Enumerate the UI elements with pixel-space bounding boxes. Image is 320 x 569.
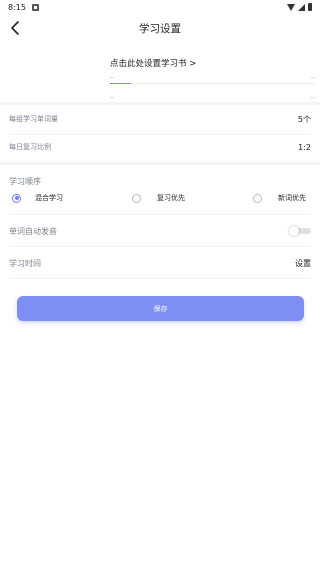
back-arrow-icon[interactable] [8,20,24,36]
radio-button-icon[interactable] [253,193,262,203]
battery-icon [308,3,312,11]
notification-icon [31,3,39,11]
status-time: 8:15 [8,2,26,12]
radio-new-first[interactable]: 新词优先 [253,193,306,203]
progress-right-text: -- [310,74,315,81]
radio-mixed[interactable]: 混合学习 [12,193,63,203]
review-ratio-value: 1:2 [298,142,311,152]
signal-icon [298,3,305,11]
header: 学习设置 [0,14,320,42]
radio-button-icon[interactable] [12,193,21,203]
group-words-value: 5个 [297,114,311,124]
set-book-link[interactable]: 点击此处设置学习书 > [110,57,196,69]
row-divider [9,246,311,247]
study-time-value[interactable]: 设置 [295,258,311,269]
study-order-options: 混合学习 复习优先 新词优先 [0,193,320,207]
status-bar: 8:15 [0,0,320,14]
auto-pronounce-toggle[interactable] [289,226,311,236]
study-time-row[interactable]: 学习时间 设置 [0,248,320,278]
study-order-title: 学习顺序 [9,177,41,186]
book-progress: -- -- -- -- [110,74,315,102]
page-title: 学习设置 [139,22,181,35]
radio-new-first-label: 新词优先 [278,194,306,202]
radio-review-first[interactable]: 复习优先 [132,193,185,203]
group-words-row[interactable]: 每组学习单词量 5个 [0,104,320,134]
group-words-label: 每组学习单词量 [9,115,58,123]
progress-bottom-left-text: -- [110,94,115,101]
radio-mixed-label: 混合学习 [35,194,63,202]
save-button[interactable]: 保存 [17,296,304,321]
radio-review-first-label: 复习优先 [157,194,185,202]
row-divider [9,278,311,279]
radio-button-icon[interactable] [132,193,141,203]
toggle-knob [289,226,299,236]
progress-left-text: -- [110,74,115,81]
study-time-label: 学习时间 [9,258,41,268]
review-ratio-label: 每日复习比例 [9,143,51,151]
progress-bar [110,83,315,84]
section-divider [0,162,320,165]
auto-pronounce-label: 单词自动发音 [9,226,57,236]
wifi-icon [287,3,295,11]
progress-bottom-right-text: -- [310,94,315,101]
status-icons [287,3,312,11]
row-divider [9,214,311,215]
progress-bar-fill [110,83,131,84]
auto-pronounce-row: 单词自动发音 [0,216,320,246]
review-ratio-row[interactable]: 每日复习比例 1:2 [0,132,320,162]
